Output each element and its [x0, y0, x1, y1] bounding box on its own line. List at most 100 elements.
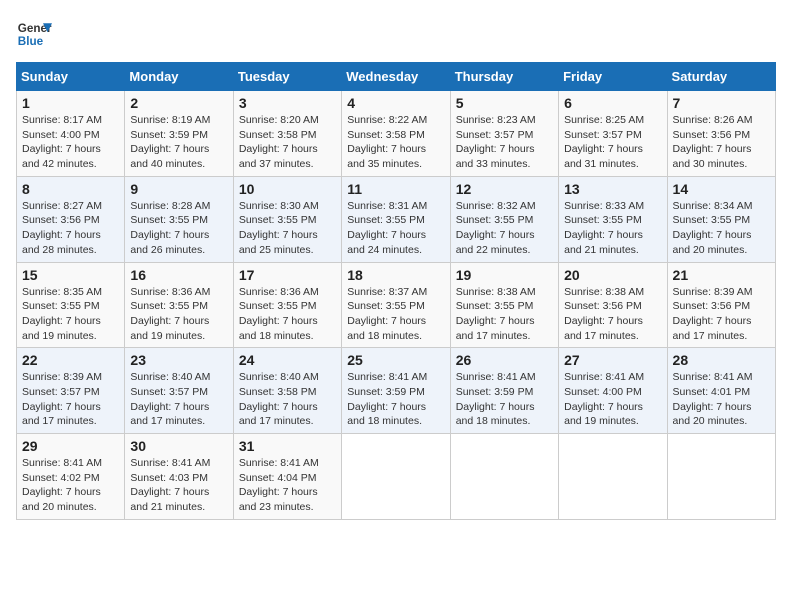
day-info: Sunrise: 8:34 AM Sunset: 3:55 PM Dayligh… — [673, 199, 770, 258]
day-info: Sunrise: 8:20 AM Sunset: 3:58 PM Dayligh… — [239, 113, 336, 172]
logo-icon: General Blue — [16, 16, 52, 52]
day-number: 4 — [347, 95, 444, 111]
day-info: Sunrise: 8:26 AM Sunset: 3:56 PM Dayligh… — [673, 113, 770, 172]
weekday-header-monday: Monday — [125, 63, 233, 91]
day-info: Sunrise: 8:30 AM Sunset: 3:55 PM Dayligh… — [239, 199, 336, 258]
day-number: 20 — [564, 267, 661, 283]
day-info: Sunrise: 8:38 AM Sunset: 3:55 PM Dayligh… — [456, 285, 553, 344]
day-info: Sunrise: 8:36 AM Sunset: 3:55 PM Dayligh… — [239, 285, 336, 344]
calendar-cell: 1 Sunrise: 8:17 AM Sunset: 4:00 PM Dayli… — [17, 91, 125, 177]
day-info: Sunrise: 8:22 AM Sunset: 3:58 PM Dayligh… — [347, 113, 444, 172]
day-info: Sunrise: 8:32 AM Sunset: 3:55 PM Dayligh… — [456, 199, 553, 258]
day-number: 18 — [347, 267, 444, 283]
calendar-cell — [667, 434, 775, 520]
calendar-cell: 7 Sunrise: 8:26 AM Sunset: 3:56 PM Dayli… — [667, 91, 775, 177]
calendar-cell: 2 Sunrise: 8:19 AM Sunset: 3:59 PM Dayli… — [125, 91, 233, 177]
calendar-cell: 5 Sunrise: 8:23 AM Sunset: 3:57 PM Dayli… — [450, 91, 558, 177]
day-number: 23 — [130, 352, 227, 368]
calendar-cell: 22 Sunrise: 8:39 AM Sunset: 3:57 PM Dayl… — [17, 348, 125, 434]
calendar-cell: 8 Sunrise: 8:27 AM Sunset: 3:56 PM Dayli… — [17, 176, 125, 262]
day-info: Sunrise: 8:41 AM Sunset: 4:00 PM Dayligh… — [564, 370, 661, 429]
day-info: Sunrise: 8:41 AM Sunset: 4:01 PM Dayligh… — [673, 370, 770, 429]
day-number: 14 — [673, 181, 770, 197]
weekday-header-thursday: Thursday — [450, 63, 558, 91]
weekday-header-saturday: Saturday — [667, 63, 775, 91]
weekday-header-wednesday: Wednesday — [342, 63, 450, 91]
calendar-cell: 21 Sunrise: 8:39 AM Sunset: 3:56 PM Dayl… — [667, 262, 775, 348]
weekday-header-tuesday: Tuesday — [233, 63, 341, 91]
day-info: Sunrise: 8:35 AM Sunset: 3:55 PM Dayligh… — [22, 285, 119, 344]
calendar-cell: 30 Sunrise: 8:41 AM Sunset: 4:03 PM Dayl… — [125, 434, 233, 520]
day-number: 26 — [456, 352, 553, 368]
day-number: 24 — [239, 352, 336, 368]
calendar-week-row: 22 Sunrise: 8:39 AM Sunset: 3:57 PM Dayl… — [17, 348, 776, 434]
day-number: 13 — [564, 181, 661, 197]
calendar-week-row: 15 Sunrise: 8:35 AM Sunset: 3:55 PM Dayl… — [17, 262, 776, 348]
day-info: Sunrise: 8:23 AM Sunset: 3:57 PM Dayligh… — [456, 113, 553, 172]
calendar-cell: 3 Sunrise: 8:20 AM Sunset: 3:58 PM Dayli… — [233, 91, 341, 177]
calendar-table: SundayMondayTuesdayWednesdayThursdayFrid… — [16, 62, 776, 520]
day-info: Sunrise: 8:40 AM Sunset: 3:57 PM Dayligh… — [130, 370, 227, 429]
calendar-cell: 28 Sunrise: 8:41 AM Sunset: 4:01 PM Dayl… — [667, 348, 775, 434]
calendar-cell: 16 Sunrise: 8:36 AM Sunset: 3:55 PM Dayl… — [125, 262, 233, 348]
calendar-cell: 27 Sunrise: 8:41 AM Sunset: 4:00 PM Dayl… — [559, 348, 667, 434]
day-info: Sunrise: 8:25 AM Sunset: 3:57 PM Dayligh… — [564, 113, 661, 172]
day-number: 31 — [239, 438, 336, 454]
day-info: Sunrise: 8:41 AM Sunset: 3:59 PM Dayligh… — [456, 370, 553, 429]
calendar-cell: 6 Sunrise: 8:25 AM Sunset: 3:57 PM Dayli… — [559, 91, 667, 177]
day-number: 8 — [22, 181, 119, 197]
calendar-cell: 13 Sunrise: 8:33 AM Sunset: 3:55 PM Dayl… — [559, 176, 667, 262]
weekday-header-sunday: Sunday — [17, 63, 125, 91]
day-number: 30 — [130, 438, 227, 454]
calendar-cell: 26 Sunrise: 8:41 AM Sunset: 3:59 PM Dayl… — [450, 348, 558, 434]
day-number: 2 — [130, 95, 227, 111]
day-info: Sunrise: 8:36 AM Sunset: 3:55 PM Dayligh… — [130, 285, 227, 344]
day-info: Sunrise: 8:17 AM Sunset: 4:00 PM Dayligh… — [22, 113, 119, 172]
day-number: 17 — [239, 267, 336, 283]
day-info: Sunrise: 8:40 AM Sunset: 3:58 PM Dayligh… — [239, 370, 336, 429]
logo: General Blue — [16, 16, 52, 52]
svg-text:Blue: Blue — [18, 35, 44, 48]
day-info: Sunrise: 8:28 AM Sunset: 3:55 PM Dayligh… — [130, 199, 227, 258]
calendar-week-row: 29 Sunrise: 8:41 AM Sunset: 4:02 PM Dayl… — [17, 434, 776, 520]
day-number: 15 — [22, 267, 119, 283]
calendar-cell: 9 Sunrise: 8:28 AM Sunset: 3:55 PM Dayli… — [125, 176, 233, 262]
calendar-cell: 29 Sunrise: 8:41 AM Sunset: 4:02 PM Dayl… — [17, 434, 125, 520]
calendar-cell: 23 Sunrise: 8:40 AM Sunset: 3:57 PM Dayl… — [125, 348, 233, 434]
calendar-cell — [342, 434, 450, 520]
day-number: 7 — [673, 95, 770, 111]
day-number: 25 — [347, 352, 444, 368]
calendar-cell: 19 Sunrise: 8:38 AM Sunset: 3:55 PM Dayl… — [450, 262, 558, 348]
day-number: 10 — [239, 181, 336, 197]
calendar-cell: 15 Sunrise: 8:35 AM Sunset: 3:55 PM Dayl… — [17, 262, 125, 348]
day-number: 3 — [239, 95, 336, 111]
header: General Blue — [16, 16, 776, 52]
day-number: 1 — [22, 95, 119, 111]
day-number: 6 — [564, 95, 661, 111]
day-number: 22 — [22, 352, 119, 368]
day-info: Sunrise: 8:41 AM Sunset: 4:04 PM Dayligh… — [239, 456, 336, 515]
day-info: Sunrise: 8:41 AM Sunset: 3:59 PM Dayligh… — [347, 370, 444, 429]
day-number: 21 — [673, 267, 770, 283]
calendar-cell — [559, 434, 667, 520]
day-number: 28 — [673, 352, 770, 368]
day-info: Sunrise: 8:33 AM Sunset: 3:55 PM Dayligh… — [564, 199, 661, 258]
calendar-cell: 11 Sunrise: 8:31 AM Sunset: 3:55 PM Dayl… — [342, 176, 450, 262]
calendar-week-row: 8 Sunrise: 8:27 AM Sunset: 3:56 PM Dayli… — [17, 176, 776, 262]
day-number: 12 — [456, 181, 553, 197]
day-number: 5 — [456, 95, 553, 111]
calendar-cell: 12 Sunrise: 8:32 AM Sunset: 3:55 PM Dayl… — [450, 176, 558, 262]
day-number: 19 — [456, 267, 553, 283]
day-number: 9 — [130, 181, 227, 197]
calendar-cell: 17 Sunrise: 8:36 AM Sunset: 3:55 PM Dayl… — [233, 262, 341, 348]
calendar-cell: 25 Sunrise: 8:41 AM Sunset: 3:59 PM Dayl… — [342, 348, 450, 434]
calendar-cell: 10 Sunrise: 8:30 AM Sunset: 3:55 PM Dayl… — [233, 176, 341, 262]
calendar-cell: 20 Sunrise: 8:38 AM Sunset: 3:56 PM Dayl… — [559, 262, 667, 348]
day-info: Sunrise: 8:41 AM Sunset: 4:03 PM Dayligh… — [130, 456, 227, 515]
day-info: Sunrise: 8:19 AM Sunset: 3:59 PM Dayligh… — [130, 113, 227, 172]
day-info: Sunrise: 8:27 AM Sunset: 3:56 PM Dayligh… — [22, 199, 119, 258]
day-info: Sunrise: 8:37 AM Sunset: 3:55 PM Dayligh… — [347, 285, 444, 344]
weekday-header-friday: Friday — [559, 63, 667, 91]
day-number: 27 — [564, 352, 661, 368]
day-info: Sunrise: 8:39 AM Sunset: 3:57 PM Dayligh… — [22, 370, 119, 429]
